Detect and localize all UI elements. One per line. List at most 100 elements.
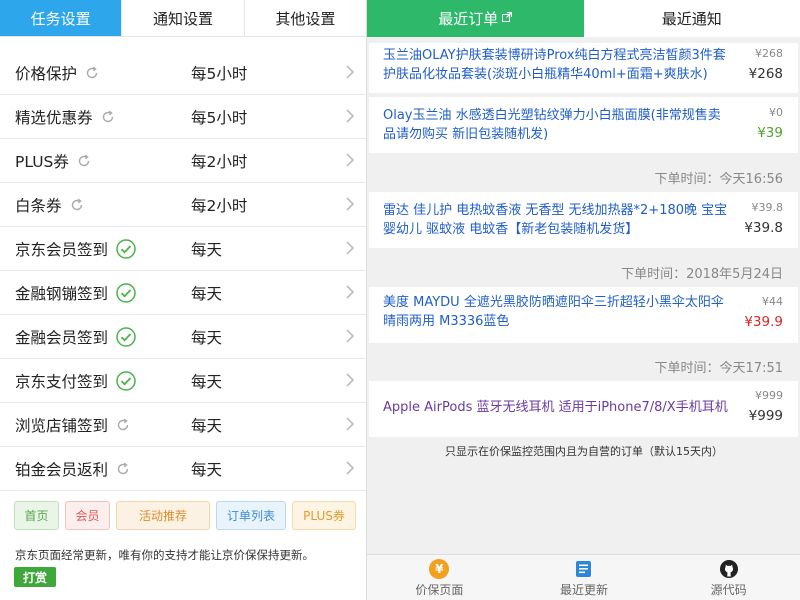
order-title[interactable]: Apple AirPods 蓝牙无线耳机 适用于iPhone7/8/X手机耳机 xyxy=(383,398,728,417)
refresh-icon[interactable] xyxy=(116,418,130,432)
chevron-right-icon xyxy=(346,152,355,171)
task-row[interactable]: 铂金会员返利 每天 xyxy=(0,447,366,491)
task-row[interactable]: PLUS券 每2小时 xyxy=(0,139,366,183)
task-label: 白条券 xyxy=(15,196,62,215)
member-button[interactable]: 会员 xyxy=(65,501,110,530)
nav-recent-updates[interactable]: 最近更新 xyxy=(512,555,657,600)
task-frequency: 每5小时 xyxy=(191,64,248,83)
check-circle-icon xyxy=(116,326,136,347)
order-time: 下单时间：今天17:51 xyxy=(369,347,798,383)
settings-panel: 任务设置 通知设置 其他设置 价格保护 每5小时 精选优惠券 每5小时 PLUS券 每2小… xyxy=(0,0,366,600)
check-circle-icon xyxy=(116,282,136,303)
task-frequency: 每天 xyxy=(191,416,223,435)
tab-notification-settings[interactable]: 通知设置 xyxy=(122,0,245,36)
nav-label: 价保页面 xyxy=(415,582,464,597)
chevron-right-icon xyxy=(346,108,355,127)
task-name: PLUS券 xyxy=(15,150,91,172)
chevron-right-icon xyxy=(346,240,355,259)
order-price: ¥39.9 xyxy=(744,314,783,330)
order-item[interactable]: Olay玉兰油 水感透白光塑钻纹弹力小白瓶面膜(非常规售卖品请勿购买 新旧包装随… xyxy=(369,97,798,153)
order-price: ¥268 xyxy=(748,66,783,82)
chevron-right-icon xyxy=(346,196,355,215)
task-row[interactable]: 京东支付签到 每天 xyxy=(0,359,366,403)
plus-coupon-button[interactable]: PLUS券 xyxy=(292,501,356,530)
task-row[interactable]: 金融钢镚签到 每天 xyxy=(0,271,366,315)
task-label: 京东支付签到 xyxy=(15,372,109,391)
refresh-icon[interactable] xyxy=(77,154,91,168)
task-frequency: 每天 xyxy=(191,372,223,391)
order-item[interactable]: 美度 MAYDU 全遮光黑胶防晒遮阳伞三折超轻小黑伞太阳伞晴雨两用 M3336蓝… xyxy=(369,287,798,343)
order-item[interactable]: 玉兰油OLAY护肤套装博研诗Prox纯白方程式亮洁皙颜3件套护肤品化妆品套装(淡… xyxy=(369,43,798,93)
tab-recent-notifications[interactable]: 最近通知 xyxy=(584,0,800,37)
tip-button[interactable]: 打赏 xyxy=(14,567,56,587)
task-row[interactable]: 金融会员签到 每天 xyxy=(0,315,366,359)
tab-recent-orders[interactable]: 最近订单 xyxy=(367,0,584,37)
nav-label: 源代码 xyxy=(710,582,747,597)
order-original-price: ¥268 xyxy=(755,47,783,60)
home-button[interactable]: 首页 xyxy=(14,501,59,530)
bottom-nav: ¥ 价保页面 最近更新 源代码 xyxy=(367,554,800,600)
order-price: ¥999 xyxy=(748,408,783,424)
task-row[interactable]: 价格保护 每5小时 xyxy=(0,51,366,95)
task-label: 精选优惠券 xyxy=(15,108,93,127)
task-row[interactable]: 浏览店铺签到 每天 xyxy=(0,403,366,447)
external-link-icon xyxy=(502,11,513,25)
task-frequency: 每天 xyxy=(191,328,223,347)
order-title[interactable]: 玉兰油OLAY护肤套装博研诗Prox纯白方程式亮洁皙颜3件套护肤品化妆品套装(淡… xyxy=(383,46,728,84)
tab-other-settings[interactable]: 其他设置 xyxy=(245,0,366,36)
task-frequency: 每2小时 xyxy=(191,196,248,215)
order-time-label: 下单时间： xyxy=(621,267,687,282)
chevron-right-icon xyxy=(346,64,355,83)
tab-recent-orders-label: 最近订单 xyxy=(438,10,499,28)
chevron-right-icon xyxy=(346,416,355,435)
task-name: 铂金会员返利 xyxy=(15,458,130,480)
task-row[interactable]: 京东会员签到 每天 xyxy=(0,227,366,271)
order-title[interactable]: 雷达 佳儿护 电热蚊香液 无香型 无线加热器*2+180晚 宝宝婴幼儿 驱蚊液 … xyxy=(383,201,728,239)
task-label: 金融钢镚签到 xyxy=(15,284,109,303)
task-label: 京东会员签到 xyxy=(15,240,109,259)
order-title[interactable]: Olay玉兰油 水感透白光塑钻纹弹力小白瓶面膜(非常规售卖品请勿购买 新旧包装随… xyxy=(383,106,728,144)
task-row[interactable]: 白条券 每2小时 xyxy=(0,183,366,227)
check-circle-icon xyxy=(116,238,136,259)
task-name: 金融会员签到 xyxy=(15,326,136,348)
order-original-price: ¥999 xyxy=(755,389,783,402)
nav-price-protect[interactable]: ¥ 价保页面 xyxy=(367,555,512,600)
order-title[interactable]: 美度 MAYDU 全遮光黑胶防晒遮阳伞三折超轻小黑伞太阳伞晴雨两用 M3336蓝… xyxy=(383,293,728,331)
refresh-icon[interactable] xyxy=(85,66,99,80)
refresh-icon[interactable] xyxy=(116,462,130,476)
orders-panel: 最近订单 最近通知 玉兰油OLAY护肤套装博研诗Prox纯白方程式亮洁皙颜3件套… xyxy=(366,0,800,600)
task-list: 价格保护 每5小时 精选优惠券 每5小时 PLUS券 每2小时 白条券 每2小时 京东会员签到每… xyxy=(0,51,366,491)
order-time-label: 下单时间： xyxy=(654,172,720,187)
order-time-label: 下单时间： xyxy=(654,361,720,376)
task-name: 浏览店铺签到 xyxy=(15,414,130,436)
github-icon xyxy=(719,558,739,580)
order-time: 下单时间：今天16:56 xyxy=(369,158,798,194)
order-time: 下单时间：2018年5月24日 xyxy=(369,253,798,289)
task-frequency: 每5小时 xyxy=(191,108,248,127)
task-label: 金融会员签到 xyxy=(15,328,109,347)
order-price: ¥39.8 xyxy=(744,220,783,236)
shortcut-buttons: 首页 会员 活动推荐 订单列表 PLUS券 xyxy=(14,501,356,530)
refresh-icon[interactable] xyxy=(70,198,84,212)
refresh-icon[interactable] xyxy=(101,110,115,124)
chevron-right-icon xyxy=(346,372,355,391)
task-name: 精选优惠券 xyxy=(15,106,115,128)
task-name: 京东会员签到 xyxy=(15,238,136,260)
nav-source-code[interactable]: 源代码 xyxy=(656,555,800,600)
order-item[interactable]: Apple AirPods 蓝牙无线耳机 适用于iPhone7/8/X手机耳机 … xyxy=(369,381,798,437)
task-name: 价格保护 xyxy=(15,62,99,84)
support-note: 京东页面经常更新，唯有你的支持才能让京价保保持更新。 xyxy=(15,548,314,562)
order-original-price: ¥0 xyxy=(769,106,783,119)
chevron-right-icon xyxy=(346,284,355,303)
task-name: 京东支付签到 xyxy=(15,370,136,392)
order-original-price: ¥44 xyxy=(762,295,783,308)
promotions-button[interactable]: 活动推荐 xyxy=(116,501,210,530)
task-label: PLUS券 xyxy=(15,152,69,171)
tab-task-settings[interactable]: 任务设置 xyxy=(0,0,123,36)
orders-tabs: 最近订单 最近通知 xyxy=(367,0,800,37)
task-row[interactable]: 精选优惠券 每5小时 xyxy=(0,95,366,139)
check-circle-icon xyxy=(116,370,136,391)
order-item[interactable]: 雷达 佳儿护 电热蚊香液 无香型 无线加热器*2+180晚 宝宝婴幼儿 驱蚊液 … xyxy=(369,192,798,248)
orders-footnote: 只显示在价保监控范围内且为自营的订单（默认15天内） xyxy=(445,445,723,458)
order-list-button[interactable]: 订单列表 xyxy=(216,501,286,530)
